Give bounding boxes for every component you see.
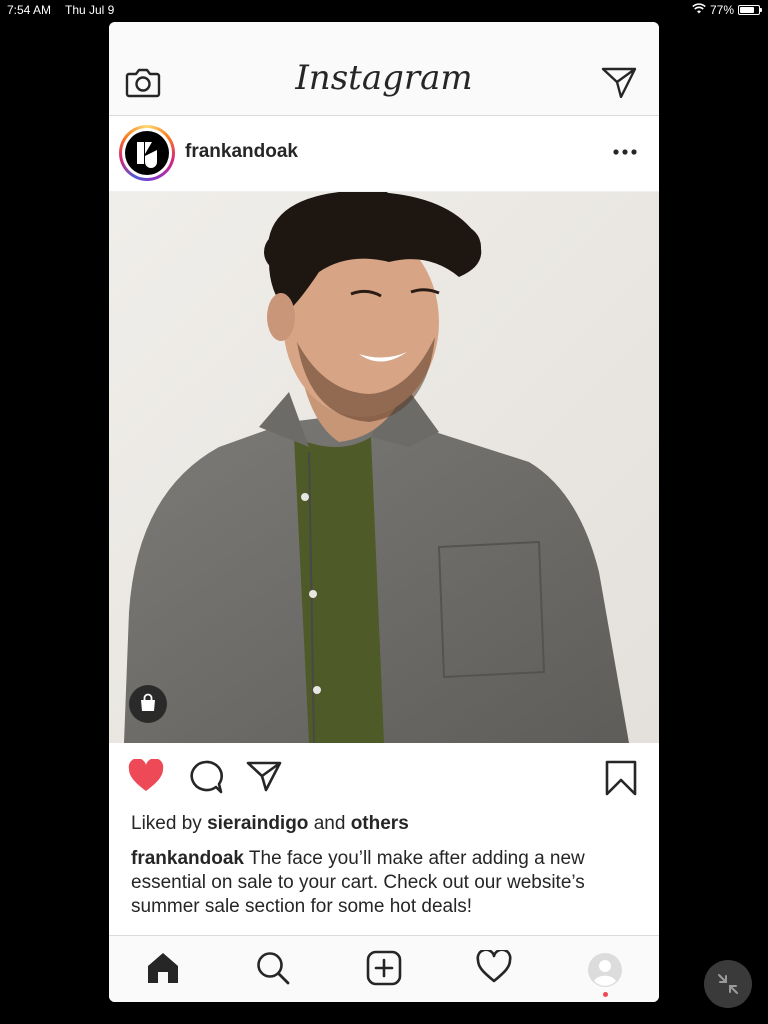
minimize-button[interactable]	[704, 960, 752, 1008]
wifi-icon	[692, 3, 706, 17]
status-time: 7:54 AM	[7, 3, 52, 17]
post-caption: frankandoak The face you’ll make after a…	[131, 847, 641, 919]
home-icon[interactable]	[145, 950, 181, 991]
instagram-app: Instagram frankandoak Liked by sieraindi…	[109, 22, 659, 1002]
status-date: Thu Jul 9	[65, 3, 115, 17]
activity-heart-icon[interactable]	[476, 948, 512, 989]
profile-avatar-icon[interactable]	[587, 952, 623, 997]
caption-username[interactable]: frankandoak	[131, 848, 244, 869]
post-actions	[109, 743, 659, 815]
likes-line: Liked by sieraindigo and others	[131, 813, 409, 835]
story-ring[interactable]	[119, 125, 175, 181]
likes-others-link[interactable]: others	[351, 813, 409, 834]
post-photo[interactable]	[109, 192, 659, 743]
comment-icon[interactable]	[189, 760, 223, 799]
avatar[interactable]	[125, 131, 169, 175]
status-bar: 7:54 AM Thu Jul 9 77%	[0, 0, 768, 20]
like-heart-icon[interactable]	[127, 758, 165, 798]
add-post-icon[interactable]	[366, 950, 402, 991]
share-paper-plane-icon[interactable]	[246, 760, 282, 797]
bottom-tab-bar	[109, 935, 659, 1002]
notification-dot	[603, 992, 608, 997]
likes-and: and	[313, 813, 346, 834]
collapse-arrows-icon	[718, 974, 738, 994]
paper-plane-icon[interactable]	[601, 66, 637, 103]
post-header: frankandoak	[109, 117, 659, 192]
more-dots-icon[interactable]	[613, 143, 637, 161]
shopping-bag-icon[interactable]	[129, 685, 167, 723]
status-right: 77%	[692, 3, 762, 17]
post-username[interactable]: frankandoak	[185, 141, 298, 163]
top-navigation-bar: Instagram	[109, 22, 659, 116]
bookmark-icon[interactable]	[605, 760, 637, 801]
search-icon[interactable]	[255, 950, 291, 991]
battery-percent: 77%	[709, 3, 734, 17]
photo-illustration	[109, 192, 659, 743]
battery-fill	[740, 7, 754, 13]
liked-by-user-link[interactable]: sieraindigo	[207, 813, 308, 834]
instagram-logo: Instagram	[295, 58, 473, 98]
likes-prefix: Liked by	[131, 813, 202, 834]
battery-icon	[738, 5, 762, 15]
